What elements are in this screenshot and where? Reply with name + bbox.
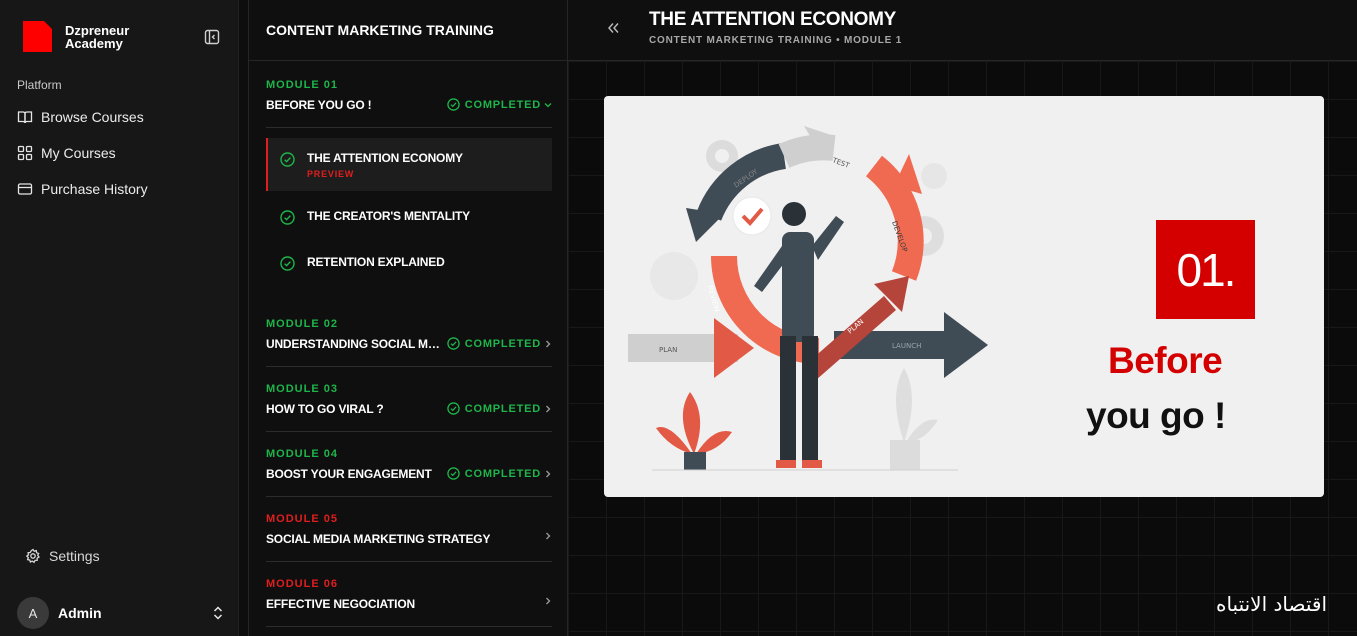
module-title: HOW TO GO VIRAL ? (266, 402, 384, 416)
panel-divider (239, 0, 248, 636)
cycle-label-plan: PLAN (659, 346, 677, 354)
status-label: COMPLETED (464, 467, 541, 480)
check-circle-icon (280, 256, 295, 271)
module-title: SOCIAL MEDIA MARKETING STRATEGY (266, 532, 491, 546)
sidebar-item-label: Browse Courses (41, 109, 144, 125)
settings-label: Settings (49, 548, 100, 564)
module-06[interactable]: MODULE 06 EFFECTIVE NEGOCIATION (266, 578, 552, 627)
brand-logo-icon (23, 21, 52, 52)
module-header[interactable]: HOW TO GO VIRAL ? COMPLETED (266, 402, 552, 432)
sidebar-item-label: My Courses (41, 145, 116, 161)
cycle-label-test: TEST (830, 156, 851, 170)
module-03[interactable]: MODULE 03 HOW TO GO VIRAL ? COMPLETED (266, 383, 552, 432)
sidebar-item-my-courses[interactable]: My Courses (17, 143, 116, 163)
user-name: Admin (58, 605, 102, 621)
sidebar-item-label: Purchase History (41, 181, 148, 197)
check-circle-icon (280, 210, 295, 225)
course-outline: CONTENT MARKETING TRAINING MODULE 01 BEF… (248, 0, 568, 636)
cycle-label-launch: LAUNCH (892, 342, 921, 350)
lesson-breadcrumb: CONTENT MARKETING TRAINING • MODULE 1 (649, 35, 903, 46)
lesson-item-active[interactable]: THE ATTENTION ECONOMY PREVIEW (266, 138, 552, 191)
settings-button[interactable]: Settings (25, 548, 100, 564)
status-badge: COMPLETED (447, 467, 552, 480)
brand[interactable]: Dzpreneur Academy (20, 20, 155, 53)
preview-tag: PREVIEW (307, 169, 355, 179)
check-circle-icon (447, 337, 460, 350)
chevrons-up-down-icon (213, 606, 223, 620)
status-badge: COMPLETED (447, 337, 552, 350)
video-caption: اقتصاد الانتباه (1215, 592, 1327, 616)
module-05[interactable]: MODULE 05 SOCIAL MEDIA MARKETING STRATEG… (266, 513, 552, 562)
module-title: BEFORE YOU GO ! (266, 98, 372, 112)
lesson-heading: THE ATTENTION ECONOMY (649, 9, 897, 30)
sidebar-section-label: Platform (17, 78, 62, 92)
lesson-title: THE ATTENTION ECONOMY (307, 151, 463, 165)
avatar: A (17, 597, 49, 629)
module-header[interactable]: SOCIAL MEDIA MARKETING STRATEGY (266, 532, 552, 562)
credit-card-icon (17, 183, 33, 195)
brand-name: Dzpreneur Academy (65, 22, 130, 51)
module-label: MODULE 03 (266, 383, 338, 395)
user-menu[interactable]: A Admin (17, 597, 227, 629)
sidebar-item-purchase-history[interactable]: Purchase History (17, 179, 148, 199)
module-title: UNDERSTANDING SOCIAL MEDIA (266, 337, 447, 351)
slide-title-line-1: Before (1108, 340, 1223, 381)
status-badge (541, 532, 552, 540)
status-label: COMPLETED (464, 337, 541, 350)
lesson-title: THE CREATOR'S MENTALITY (307, 209, 470, 223)
development-cycle-illustration: PLAN LAUNCH DEPLOY TEST DEVELOP REVIEW P… (628, 126, 988, 471)
module-label: MODULE 04 (266, 448, 338, 460)
gear-icon (25, 548, 40, 564)
module-04[interactable]: MODULE 04 BOOST YOUR ENGAGEMENT COMPLETE… (266, 448, 552, 497)
lesson-slide-image: PLAN LAUNCH DEPLOY TEST DEVELOP REVIEW P… (604, 96, 1324, 497)
check-circle-icon (447, 402, 460, 415)
app-window: Dzpreneur Academy Platform Browse Course… (0, 0, 1357, 636)
sidebar-item-browse-courses[interactable]: Browse Courses (17, 107, 144, 127)
sidebar: Dzpreneur Academy Platform Browse Course… (0, 0, 239, 636)
chevron-down-icon (544, 102, 552, 107)
module-title: BOOST YOUR ENGAGEMENT (266, 467, 432, 481)
lesson-item[interactable]: RETENTION EXPLAINED (266, 242, 552, 295)
chevrons-left-icon[interactable] (606, 21, 620, 35)
status-badge (541, 597, 552, 605)
lesson-header: THE ATTENTION ECONOMY CONTENT MARKETING … (568, 0, 1357, 61)
chevron-right-icon (546, 597, 551, 605)
chevron-right-icon (546, 405, 551, 412)
slide-title-line-2: you go ! (1086, 395, 1226, 436)
module-02[interactable]: MODULE 02 UNDERSTANDING SOCIAL MEDIA COM… (266, 318, 552, 367)
module-header[interactable]: UNDERSTANDING SOCIAL MEDIA COMPLETED (266, 337, 552, 367)
check-circle-icon (280, 152, 295, 167)
lesson-title: RETENTION EXPLAINED (307, 255, 445, 269)
sidebar-collapse-icon[interactable] (204, 29, 220, 45)
module-01[interactable]: MODULE 01 BEFORE YOU GO ! COMPLETED (266, 79, 552, 128)
module-number-badge: 01. (1156, 220, 1255, 319)
check-circle-icon (447, 98, 460, 111)
chevron-right-icon (546, 532, 551, 540)
status-badge: COMPLETED (447, 402, 552, 415)
module-header[interactable]: BOOST YOUR ENGAGEMENT COMPLETED (266, 467, 552, 497)
module-label: MODULE 05 (266, 513, 338, 525)
module-label: MODULE 02 (266, 318, 338, 330)
module-title: EFFECTIVE NEGOCIATION (266, 597, 415, 611)
status-badge: COMPLETED (447, 98, 552, 111)
check-circle-icon (447, 467, 460, 480)
lesson-viewer: THE ATTENTION ECONOMY CONTENT MARKETING … (568, 0, 1357, 636)
chevron-right-icon (546, 470, 551, 477)
module-header[interactable]: EFFECTIVE NEGOCIATION (266, 597, 552, 627)
status-label: COMPLETED (464, 402, 541, 415)
module-header[interactable]: BEFORE YOU GO ! COMPLETED (266, 98, 552, 128)
book-open-icon (17, 111, 33, 124)
status-label: COMPLETED (464, 98, 541, 111)
module-label: MODULE 01 (266, 79, 338, 91)
module-label: MODULE 06 (266, 578, 338, 590)
chevron-right-icon (546, 340, 551, 347)
course-title: CONTENT MARKETING TRAINING (249, 0, 567, 61)
grid-icon (17, 145, 33, 161)
